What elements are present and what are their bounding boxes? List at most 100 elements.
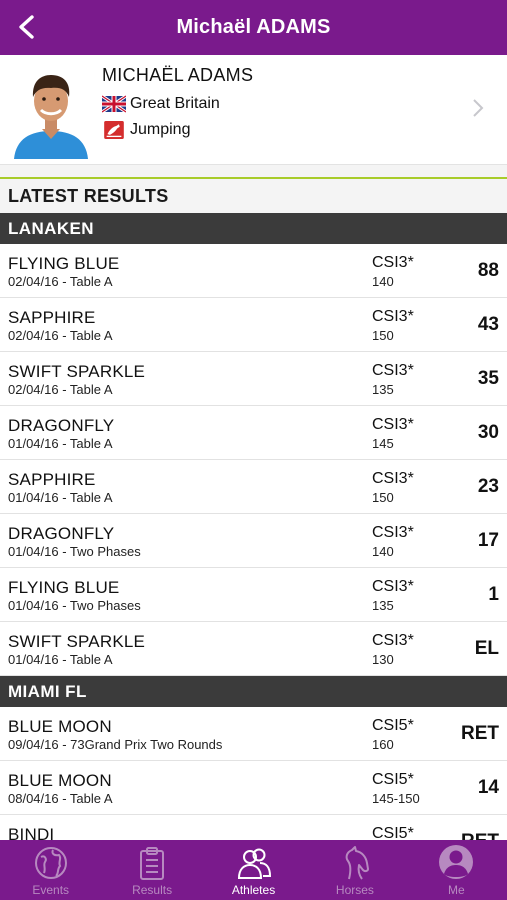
result-row[interactable]: BINDI CSI5* RET — [0, 815, 507, 840]
section-header-lanaken: LANAKEN — [0, 213, 507, 244]
event-class: CSI3* — [372, 308, 414, 325]
horse-name: SWIFT SPARKLE — [8, 632, 146, 651]
horse-head-icon — [345, 846, 369, 880]
event-class: CSI5* — [372, 825, 414, 840]
event-class: CSI3* — [372, 578, 414, 595]
tab-horses-label: Horses — [335, 883, 374, 897]
competition-date: 09/04/16 - 73Grand Prix Two Rounds — [8, 737, 223, 752]
result-rank: RET — [461, 831, 499, 840]
horse-name: DRAGONFLY — [8, 524, 115, 543]
result-rank: 14 — [477, 777, 499, 798]
event-class: CSI3* — [372, 470, 414, 487]
jump-height: 135 — [372, 598, 394, 613]
event-class: CSI5* — [372, 771, 414, 788]
result-rank: 88 — [477, 260, 499, 281]
result-rank: 43 — [477, 314, 499, 335]
uk-flag-icon — [102, 95, 126, 113]
result-row[interactable]: SWIFT SPARKLE 01/04/16 - Table A CSI3* 1… — [0, 622, 507, 676]
horse-name: SWIFT SPARKLE — [8, 362, 146, 381]
horse-name: BINDI — [8, 825, 55, 840]
event-class: CSI3* — [372, 362, 414, 379]
result-row[interactable]: BLUE MOON 08/04/16 - Table A CSI5* 145-1… — [0, 761, 507, 815]
spacer — [0, 165, 507, 177]
horse-name: DRAGONFLY — [8, 416, 115, 435]
athlete-profile-card[interactable]: MICHAËL ADAMS Great Britain Jumping — [0, 55, 507, 165]
athlete-country: Great Britain — [130, 95, 220, 112]
athlete-photo — [8, 63, 94, 159]
horse-name: BLUE MOON — [8, 717, 112, 736]
horse-name: BLUE MOON — [8, 771, 112, 790]
athlete-discipline-row: Jumping — [102, 118, 253, 142]
jump-height: 145 — [372, 436, 394, 451]
result-rank: 17 — [477, 530, 499, 551]
latest-results-heading: LATEST RESULTS — [0, 179, 507, 213]
result-row[interactable]: FLYING BLUE 01/04/16 - Two Phases CSI3* … — [0, 568, 507, 622]
jump-height: 160 — [372, 737, 394, 752]
jump-height: 145-150 — [372, 791, 420, 806]
chevron-left-icon — [19, 15, 34, 39]
tab-bar: Events Results Athletes Horses Me — [0, 840, 507, 900]
jump-height: 150 — [372, 328, 394, 343]
horse-name: FLYING BLUE — [8, 254, 120, 273]
event-class: CSI3* — [372, 416, 414, 433]
horse-name: SAPPHIRE — [8, 308, 96, 327]
tab-results[interactable]: Results — [101, 840, 202, 900]
event-class: CSI3* — [372, 254, 414, 271]
athlete-info: MICHAËL ADAMS Great Britain Jumping — [102, 65, 253, 144]
page-title: Michaël ADAMS — [176, 16, 331, 38]
competition-date: 02/04/16 - Table A — [8, 382, 113, 397]
athlete-discipline: Jumping — [130, 121, 191, 138]
people-icon — [237, 848, 271, 879]
section-header-miami-fl: MIAMI FL — [0, 676, 507, 707]
tab-athletes[interactable]: Athletes — [203, 840, 304, 900]
result-rank: EL — [474, 638, 499, 659]
result-rank: 23 — [477, 476, 499, 497]
result-rank: 30 — [477, 422, 499, 443]
result-rank: 1 — [488, 584, 499, 605]
jump-height: 130 — [372, 652, 394, 667]
result-rank: RET — [461, 723, 499, 744]
jumping-icon — [104, 121, 124, 139]
chevron-right-icon — [473, 99, 484, 117]
result-row[interactable]: SAPPHIRE 02/04/16 - Table A CSI3* 150 43 — [0, 298, 507, 352]
horse-name: SAPPHIRE — [8, 470, 96, 489]
competition-date: 08/04/16 - Table A — [8, 791, 113, 806]
result-row[interactable]: FLYING BLUE 02/04/16 - Table A CSI3* 140… — [0, 244, 507, 298]
competition-date: 01/04/16 - Two Phases — [8, 544, 141, 559]
result-row[interactable]: BLUE MOON 09/04/16 - 73Grand Prix Two Ro… — [0, 707, 507, 761]
tab-me-label: Me — [447, 883, 465, 897]
event-class: CSI5* — [372, 717, 414, 734]
globe-icon — [34, 847, 67, 879]
tab-events[interactable]: Events — [0, 840, 101, 900]
tab-events-label: Events — [32, 883, 70, 897]
athlete-name: MICHAËL ADAMS — [102, 65, 254, 85]
result-row[interactable]: SAPPHIRE 01/04/16 - Table A CSI3* 150 23 — [0, 460, 507, 514]
user-avatar-icon — [439, 845, 474, 879]
result-rank: 35 — [477, 368, 499, 389]
back-button[interactable] — [10, 10, 44, 44]
tab-horses[interactable]: Horses — [304, 840, 405, 900]
jump-height: 140 — [372, 544, 394, 559]
jump-height: 135 — [372, 382, 394, 397]
result-row[interactable]: DRAGONFLY 01/04/16 - Table A CSI3* 145 3… — [0, 406, 507, 460]
competition-date: 02/04/16 - Table A — [8, 274, 113, 289]
competition-date: 01/04/16 - Table A — [8, 490, 113, 505]
competition-date: 01/04/16 - Table A — [8, 436, 113, 451]
jump-height: 140 — [372, 274, 394, 289]
clipboard-icon — [140, 847, 165, 880]
navigation-bar: Michaël ADAMS — [0, 0, 507, 55]
tab-results-label: Results — [132, 883, 173, 897]
result-row[interactable]: SWIFT SPARKLE 02/04/16 - Table A CSI3* 1… — [0, 352, 507, 406]
jump-height: 150 — [372, 490, 394, 505]
competition-date: 02/04/16 - Table A — [8, 328, 113, 343]
athlete-country-row: Great Britain — [102, 92, 253, 116]
tab-me[interactable]: Me — [406, 840, 507, 900]
event-class: CSI3* — [372, 524, 414, 541]
horse-name: FLYING BLUE — [8, 578, 120, 597]
event-class: CSI3* — [372, 632, 414, 649]
results-list[interactable]: LANAKEN FLYING BLUE 02/04/16 - Table A C… — [0, 213, 507, 840]
result-row[interactable]: DRAGONFLY 01/04/16 - Two Phases CSI3* 14… — [0, 514, 507, 568]
competition-date: 01/04/16 - Table A — [8, 652, 113, 667]
competition-date: 01/04/16 - Two Phases — [8, 598, 141, 613]
tab-athletes-label: Athletes — [231, 883, 276, 897]
